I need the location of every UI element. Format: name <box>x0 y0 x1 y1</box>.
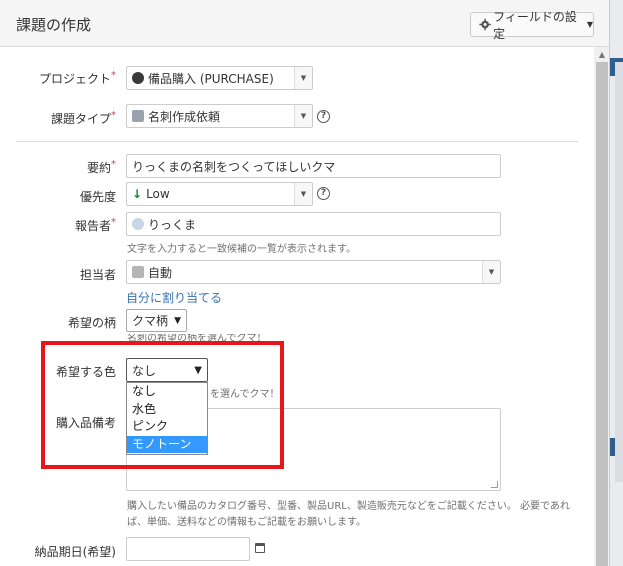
highlight-annotation-box <box>41 341 284 469</box>
summary-input[interactable]: りっくまの名刺をつくってほしいクマ <box>126 154 501 178</box>
priority-value: Low <box>146 187 170 201</box>
pattern-label: 希望の柄 <box>67 316 116 330</box>
chevron-down-icon: ▼ <box>174 315 181 326</box>
gear-icon <box>479 18 491 31</box>
required-marker: * <box>111 70 116 81</box>
project-value: 備品購入 (PURCHASE) <box>148 71 274 86</box>
reporter-value: りっくま <box>148 217 197 232</box>
create-issue-dialog: 課題の作成 フィールドの設定 ▼ プロジェクト* 備品購入 (PURCHASE)… <box>0 0 610 566</box>
reporter-input[interactable]: りっくま <box>126 212 501 236</box>
dialog-title: 課題の作成 <box>16 16 92 34</box>
issue-type-value: 名刺作成依頼 <box>148 109 221 124</box>
priority-label: 優先度 <box>79 190 116 204</box>
assignee-label: 担当者 <box>79 268 116 282</box>
help-icon[interactable]: ? <box>317 110 330 123</box>
field-config-button[interactable]: フィールドの設定 ▼ <box>470 10 594 41</box>
pattern-value: クマ柄 <box>132 314 169 328</box>
field-config-label: フィールドの設定 <box>493 9 577 41</box>
chevron-down-icon: ▼ <box>294 67 312 89</box>
notes-hint: 購入したい備品のカタログ番号、型番、製品URL、製造販売元などをご記載ください。… <box>127 501 570 528</box>
chevron-down-icon: ▼ <box>294 105 312 127</box>
user-avatar-icon <box>132 218 144 230</box>
due-date-label: 納品期日(希望) <box>34 545 116 559</box>
section-divider <box>16 141 578 142</box>
issue-type-label: 課題タイプ* <box>50 110 116 126</box>
summary-label: 要約* <box>86 159 116 175</box>
project-label: プロジェクト* <box>38 70 116 86</box>
arrow-down-icon: ↓ <box>132 187 143 201</box>
issue-type-icon <box>132 110 144 122</box>
required-marker: * <box>111 217 116 228</box>
issue-type-select[interactable]: 名刺作成依頼 ▼ <box>126 104 313 128</box>
pattern-select[interactable]: クマ柄 ▼ <box>126 309 187 332</box>
assignee-value: 自動 <box>148 265 173 280</box>
project-select[interactable]: 備品購入 (PURCHASE) ▼ <box>126 66 313 90</box>
chevron-down-icon: ▼ <box>482 261 500 283</box>
calendar-icon[interactable] <box>255 543 265 553</box>
assign-to-me-link[interactable]: 自分に割り当てる <box>126 289 222 306</box>
required-marker: * <box>111 110 116 121</box>
dialog-header: 課題の作成 フィールドの設定 ▼ <box>0 0 609 47</box>
chevron-down-icon: ▼ <box>586 20 593 29</box>
required-marker: * <box>111 159 116 170</box>
due-date-input[interactable] <box>126 537 250 561</box>
scrollbar-thumb[interactable] <box>596 62 608 566</box>
backdrop-strip <box>615 62 623 482</box>
help-icon[interactable]: ? <box>317 187 330 200</box>
priority-select[interactable]: ↓ Low ▼ <box>126 182 313 206</box>
reporter-label: 報告者* <box>74 217 116 233</box>
assignee-select[interactable]: 自動 ▼ <box>126 260 501 284</box>
reporter-hint: 文字を入力すると一致候補の一覧が表示されます。 <box>127 244 356 255</box>
project-avatar-icon <box>132 72 144 84</box>
scroll-up-icon[interactable]: ▲ <box>594 48 609 62</box>
user-avatar-icon <box>132 266 144 278</box>
resize-handle[interactable] <box>491 481 498 488</box>
chevron-down-icon: ▼ <box>294 183 312 205</box>
